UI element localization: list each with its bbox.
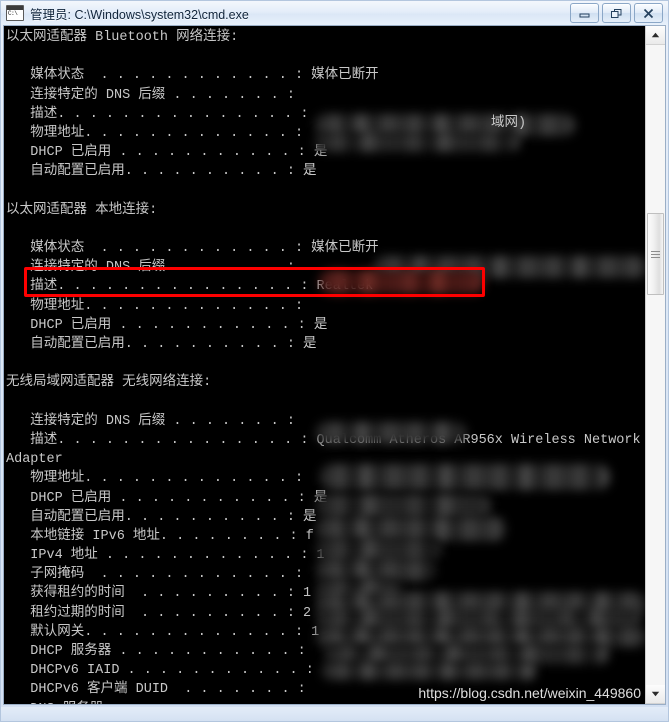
console-line-blank-5 (6, 393, 645, 412)
cmd-app-icon: C:\ (6, 5, 24, 21)
console-line-wlan-ipv4: IPv4 地址 . . . . . . . . . . . . : 1 (6, 548, 325, 564)
console-line-wlan-description: 描述. . . . . . . . . . . . . . . : Qualco… (6, 432, 641, 448)
restore-icon (611, 8, 622, 18)
console-line-eth-bt-header: 以太网适配器 Bluetooth 网络连接: (6, 30, 239, 45)
scroll-up-button[interactable] (646, 26, 665, 45)
vertical-scrollbar[interactable] (645, 26, 665, 704)
console-line-wlan-dhcp-server: DHCP 服务器 . . . . . . . . . . . : (6, 644, 306, 659)
console-line-wlan-dns-suffix: 连接特定的 DNS 后缀 . . . . . . . : (6, 413, 295, 429)
minimize-icon (579, 13, 590, 17)
console-line-wlan-dhcp-enabled: DHCP 已启用 . . . . . . . . . . . : 是 (6, 490, 328, 506)
close-icon (643, 8, 654, 18)
console-text-buffer[interactable]: 以太网适配器 Bluetooth 网络连接: 媒体状态 . . . . . . … (4, 26, 645, 704)
console-area: 以太网适配器 Bluetooth 网络连接: 媒体状态 . . . . . . … (3, 25, 666, 705)
scrollbar-thumb[interactable] (647, 213, 664, 295)
scrollbar-grip (651, 249, 660, 260)
restore-button[interactable] (602, 3, 631, 23)
console-line-eth-lan-header: 以太网适配器 本地连接: (6, 202, 158, 218)
window-status-strip (1, 707, 668, 721)
close-button[interactable] (634, 3, 663, 23)
console-line-wlan-lease-obtained: 获得租约的时间 . . . . . . . . . : 1 (6, 586, 312, 602)
bt-description-partial-text: 域网) (491, 116, 527, 131)
console-line-bt-dns-suffix: 连接特定的 DNS 后缀 . . . . . . . : (6, 87, 295, 103)
console-line-bt-physical-addr: 物理地址. . . . . . . . . . . . . : (6, 125, 304, 141)
cmd-icon-text: C:\ (8, 10, 18, 17)
console-line-bt-description: 描述. . . . . . . . . . . . . . . : (6, 106, 309, 122)
chevron-down-icon (651, 691, 660, 697)
console-line-lan-autoconf: 自动配置已启用. . . . . . . . . . : 是 (6, 337, 317, 352)
console-line-blank-2 (6, 182, 645, 201)
chevron-up-icon (651, 32, 660, 38)
console-line-wlan-gateway: 默认网关. . . . . . . . . . . . . : 1 (6, 624, 320, 640)
console-line-wlan-ipv6-local: 本地链接 IPv6 地址. . . . . . . . : f (6, 528, 314, 544)
console-line-lan-description: 描述. . . . . . . . . . . . . . . : Realte… (6, 279, 374, 295)
console-line-bt-media-state: 媒体状态 . . . . . . . . . . . . : 媒体已断开 (6, 68, 379, 84)
console-line-wlan-subnet: 子网掩码 . . . . . . . . . . . . : (6, 567, 304, 583)
console-line-bt-dhcp-enabled: DHCP 已启用 . . . . . . . . . . . : 是 (6, 145, 328, 161)
console-line-wlan-header: 无线局域网适配器 无线网络连接: (6, 375, 212, 391)
minimize-button[interactable] (570, 3, 599, 23)
window-title: 管理员: C:\Windows\system32\cmd.exe (30, 7, 249, 22)
console-line-wlan-autoconf: 自动配置已启用. . . . . . . . . . : 是 (6, 509, 317, 525)
console-line-blank-4 (6, 354, 645, 373)
title-bar[interactable]: C:\ 管理员: C:\Windows\system32\cmd.exe (1, 1, 668, 25)
console-line-wlan-physical-addr: 物理地址. . . . . . . . . . . . . : (6, 471, 304, 487)
console-line-wlan-lease-expires: 租约过期的时间 . . . . . . . . . : 2 (6, 605, 312, 621)
console-line-blank-3 (6, 220, 645, 239)
console-line-lan-media-state: 媒体状态 . . . . . . . . . . . . : 媒体已断开 (6, 241, 379, 257)
console-line-wlan-dhcpv6-iaid: DHCPv6 IAID . . . . . . . . . . . : (6, 663, 314, 679)
console-line-blank-1 (6, 47, 645, 66)
csdn-watermark: https://blog.csdn.net/weixin_449860 (418, 684, 641, 701)
console-line-lan-dns-suffix: 连接特定的 DNS 后缀 . . . . . . . : (6, 260, 295, 276)
cmd-window: C:\ 管理员: C:\Windows\system32\cmd.exe 以太网… (0, 0, 669, 722)
console-line-lan-dhcp-enabled: DHCP 已启用 . . . . . . . . . . . : 是 (6, 317, 328, 333)
window-controls (570, 3, 665, 23)
console-line-lan-physical-addr: 物理地址. . . . . . . . . . . . . : (6, 298, 304, 314)
scroll-down-button[interactable] (646, 685, 665, 704)
console-line-bt-autoconf: 自动配置已启用. . . . . . . . . . : 是 (6, 164, 317, 180)
console-line-wlan-desc-wrap: Adapter (6, 452, 63, 468)
scrollbar-track[interactable] (646, 45, 665, 685)
